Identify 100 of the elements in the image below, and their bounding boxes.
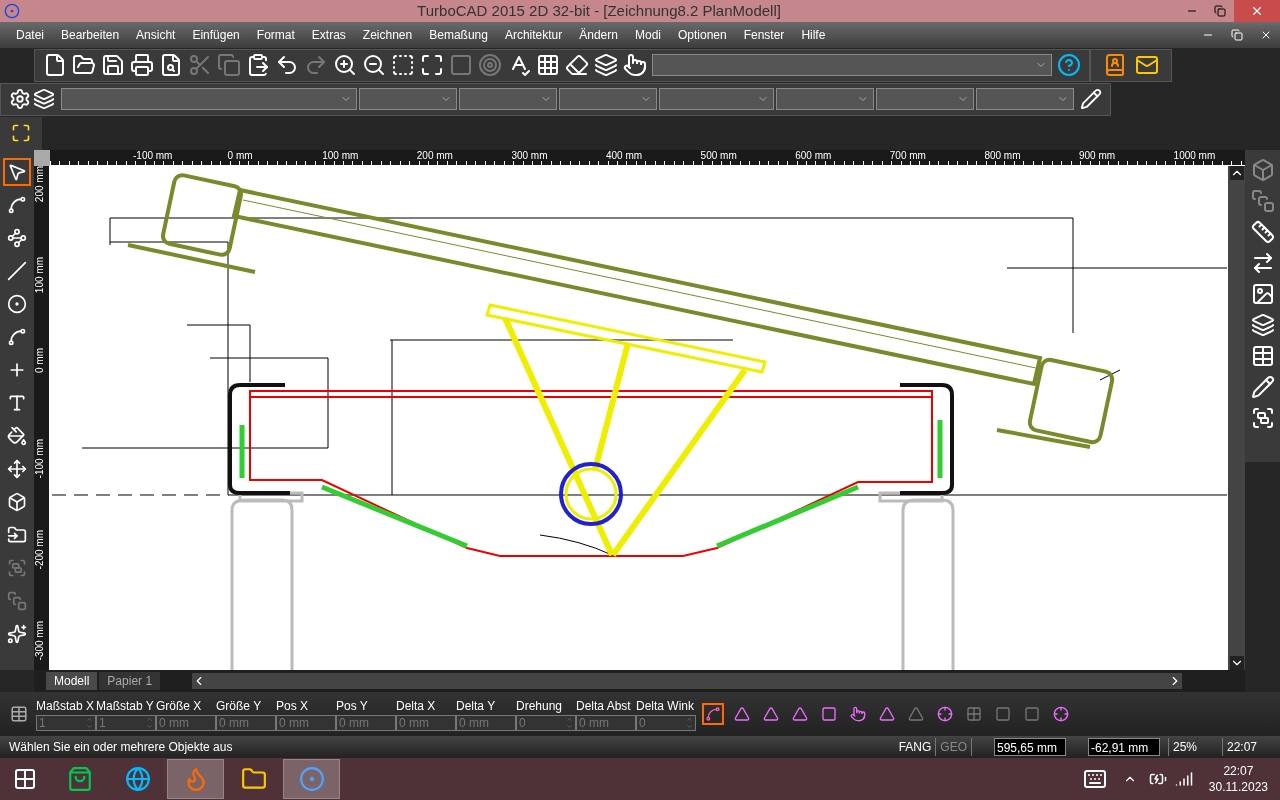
restore-icon[interactable] [1231,29,1243,41]
zoom-in-icon[interactable] [333,53,357,77]
field-label: Drehung [516,698,564,715]
triangle-snap-icon [792,706,808,722]
menu-item[interactable]: Datei [16,26,44,44]
dropdown-field[interactable] [659,88,774,110]
layers-icon[interactable] [33,88,55,110]
settings-icon[interactable] [9,88,31,110]
zoom-window-icon[interactable] [391,53,415,77]
address-book-icon[interactable] [1103,53,1127,77]
printer-icon[interactable] [130,53,154,77]
fill-icon [7,426,27,446]
menu-item[interactable]: Format [256,26,295,44]
group-icon[interactable] [1250,406,1275,430]
image-icon[interactable] [1250,282,1275,306]
paste-icon[interactable] [246,53,270,77]
menu-item[interactable]: Ansicht [136,26,176,44]
menu-item[interactable]: Modi [634,26,661,44]
grid-icon[interactable] [536,53,560,77]
mode-toggle[interactable]: GEO [936,738,972,756]
keyboard-icon[interactable] [1082,767,1107,791]
dropdown-field[interactable] [652,54,1052,76]
ruler-label: -300 mm [34,621,46,661]
layers-icon[interactable] [594,53,618,77]
curve-snap-icon [705,706,721,722]
dropdown-field[interactable] [459,88,557,110]
save-icon[interactable] [101,53,125,77]
vertical-scrollbar[interactable] [1228,166,1245,670]
store-icon [66,766,93,792]
insert-icon [7,525,27,545]
mail-icon[interactable] [1135,53,1159,77]
zoom-out-icon[interactable] [362,53,386,77]
close-icon[interactable] [1260,29,1272,41]
eraser-icon[interactable] [565,53,589,77]
menu-item[interactable]: Architektur [504,26,563,44]
window-title: TurboCAD 2015 2D 32-bit - [Zeichnung8.2 PlanModell] [416,0,782,21]
horizontal-scrollbar[interactable] [192,673,1183,689]
status-message: Wählen Sie ein oder mehrere Objekte aus [9,739,234,756]
mode-toggle[interactable]: FANG [894,738,937,756]
pointer-snap-icon [850,706,866,722]
table-icon[interactable] [10,705,28,723]
ruler-label: 100 mm [34,257,46,294]
zoom-extents-icon[interactable] [420,53,444,77]
hand-pointer-icon[interactable] [623,53,647,77]
zoom-level: 25% [1168,738,1222,756]
help-pointer-icon[interactable] [1057,53,1081,77]
field-label: Delta Abst [576,698,632,715]
restore-icon [1214,5,1226,17]
field-label: Delta X [396,698,437,715]
sheet-tab[interactable]: Papier 1 [99,672,161,690]
menu-item[interactable]: Ändern [579,26,618,44]
y-coordinate-field: -62,91 mm [1088,738,1160,756]
taskbar-clock[interactable]: 22:07 30.11.2023 [1208,763,1268,795]
scroll-down-icon[interactable] [1229,656,1244,670]
dropdown-field[interactable] [359,88,457,110]
ruler-label: 600 mm [795,150,832,162]
menu-item[interactable]: Bemaßung [429,26,488,44]
dropdown-field[interactable] [876,88,974,110]
open-folder-icon[interactable] [72,53,96,77]
menu-item[interactable]: Hilfe [801,26,826,44]
app-icon [4,3,20,19]
menu-item[interactable]: Extras [311,26,346,44]
undo-icon[interactable] [275,53,299,77]
square-snap-icon [995,706,1011,722]
dropdown-field[interactable] [559,88,657,110]
scroll-up-icon[interactable] [1229,166,1244,180]
table-icon[interactable] [1250,344,1275,368]
square-snap-icon [821,706,837,722]
menu-item[interactable]: Einfügen [192,26,240,44]
dropdown-field[interactable] [61,88,357,110]
print-preview-icon[interactable] [159,53,183,77]
frames-icon[interactable] [1250,189,1275,213]
dropdown-field[interactable] [776,88,874,110]
status-time: 22:07 [1222,738,1280,756]
ruler-label: 0 mm [227,150,253,162]
pencil-icon[interactable] [1250,375,1275,399]
triangle-snap-icon [908,706,924,722]
field-label: Delta Y [456,698,497,715]
signal-icon[interactable] [1174,770,1193,788]
snap-button[interactable] [702,703,724,725]
menu-item[interactable]: Zeichnen [362,26,413,44]
sheet-tab[interactable]: Modell [46,672,98,690]
overlap-icon[interactable] [1250,313,1275,337]
dropdown-field[interactable] [976,88,1074,110]
circle-icon [7,294,27,314]
ruler-label: 200 mm [416,150,453,162]
new-file-icon[interactable] [43,53,67,77]
menu-item[interactable]: Fenster [743,26,785,44]
tool-button[interactable] [3,158,31,186]
ruler-label: 800 mm [984,150,1021,162]
ruler-label: 100 mm [322,150,359,162]
x-coordinate-field: 595,65 mm [994,738,1066,756]
dimension-icon[interactable] [1250,220,1275,244]
field-value: 0 mm [459,715,489,732]
menu-item[interactable]: Bearbeiten [61,26,120,44]
windows-logo-icon [13,767,37,791]
pen-icon[interactable] [1080,88,1102,110]
menu-item[interactable]: Optionen [678,26,727,44]
field-label: Pos X [276,698,309,715]
field-value: 0 mm [159,715,189,732]
